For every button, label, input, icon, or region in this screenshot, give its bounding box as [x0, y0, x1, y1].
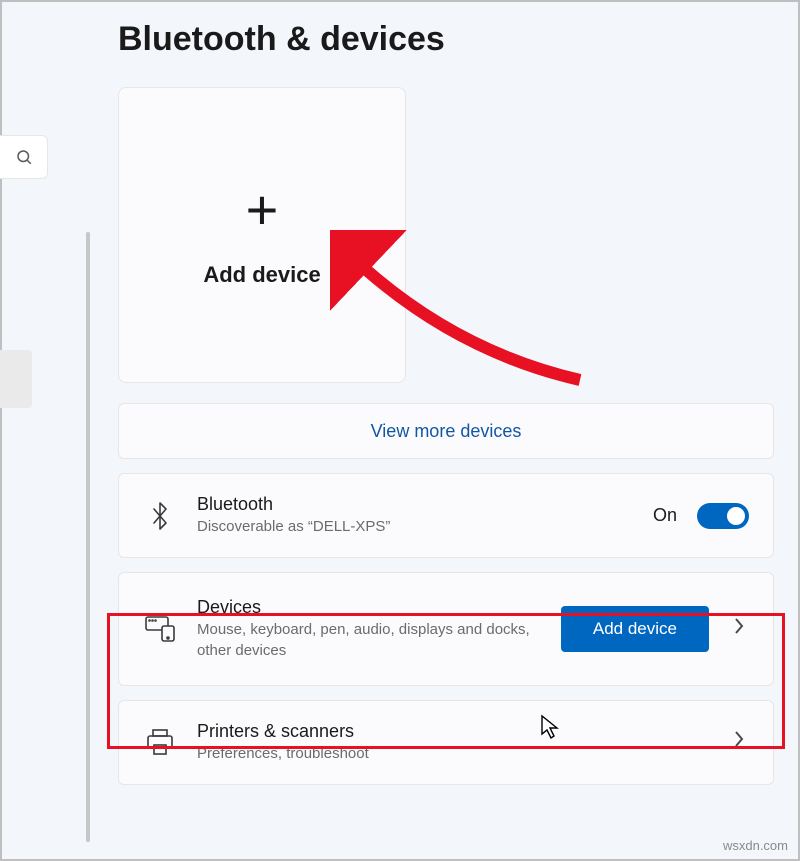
chevron-right-icon[interactable] — [729, 730, 749, 754]
bluetooth-icon — [143, 501, 177, 531]
view-more-devices-button[interactable]: View more devices — [118, 403, 774, 459]
plus-icon: + — [246, 182, 279, 238]
search-input[interactable] — [0, 135, 48, 179]
devices-subtitle: Mouse, keyboard, pen, audio, displays an… — [197, 620, 541, 661]
devices-title: Devices — [197, 597, 541, 618]
bluetooth-row: Bluetooth Discoverable as “DELL-XPS” On — [118, 473, 774, 558]
add-device-button[interactable]: Add device — [561, 606, 709, 652]
main-content: Bluetooth & devices + Add device View mo… — [118, 20, 774, 785]
bluetooth-subtitle: Discoverable as “DELL-XPS” — [197, 517, 633, 537]
chevron-right-icon[interactable] — [729, 617, 749, 641]
printers-title: Printers & scanners — [197, 721, 709, 742]
scrollbar[interactable] — [86, 232, 90, 842]
devices-icon — [143, 616, 177, 642]
printers-row[interactable]: Printers & scanners Preferences, trouble… — [118, 700, 774, 785]
printer-icon — [143, 729, 177, 755]
add-device-card[interactable]: + Add device — [118, 87, 406, 383]
add-device-card-label: Add device — [203, 262, 320, 288]
page-title: Bluetooth & devices — [118, 20, 774, 59]
view-more-label: View more devices — [371, 421, 522, 442]
printers-subtitle: Preferences, troubleshoot — [197, 744, 709, 764]
bluetooth-title: Bluetooth — [197, 494, 633, 515]
watermark: wsxdn.com — [723, 838, 788, 853]
search-icon — [15, 148, 33, 166]
bluetooth-toggle[interactable] — [697, 503, 749, 529]
sidebar-item-stub[interactable] — [0, 350, 32, 408]
bluetooth-state-label: On — [653, 505, 677, 526]
devices-row[interactable]: Devices Mouse, keyboard, pen, audio, dis… — [118, 572, 774, 686]
